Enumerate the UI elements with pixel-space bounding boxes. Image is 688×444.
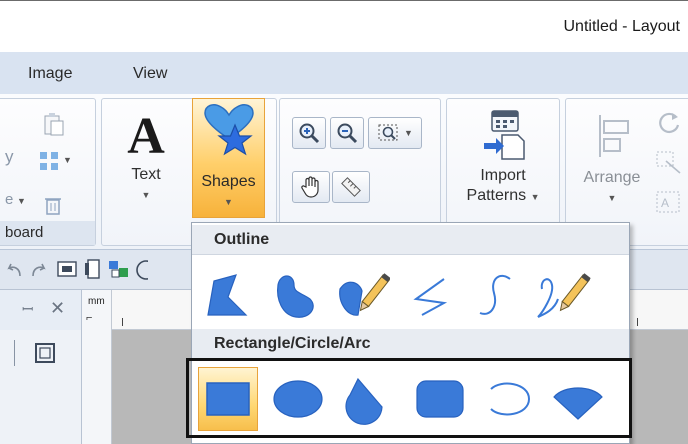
import-patterns-button[interactable]: Import Patterns ▼: [453, 105, 553, 221]
menu-bar: Image View: [0, 52, 688, 94]
page-view-icon[interactable]: [56, 259, 78, 284]
preview-icon[interactable]: [134, 259, 156, 286]
chevron-down-icon: ▼: [224, 197, 233, 207]
menu-image[interactable]: Image: [28, 65, 72, 83]
ruler-icon: [341, 177, 361, 197]
text-a-icon: A: [127, 108, 165, 165]
undo-icon[interactable]: [4, 260, 26, 285]
ruler-origin-icon[interactable]: ⌐: [86, 312, 92, 324]
frame-icon[interactable]: [32, 340, 58, 371]
arrange-button[interactable]: Arrange ▼: [572, 109, 652, 219]
pin-icon[interactable]: ꟷ: [22, 300, 33, 319]
window-title: Untitled - Layout: [563, 18, 680, 35]
pane-divider: [14, 340, 15, 366]
ruler-unit: mm: [88, 296, 105, 307]
outline-polygon-button[interactable]: [196, 265, 256, 325]
clipboard-partial-label-2: e: [5, 191, 14, 208]
bean-shape-icon: [277, 275, 314, 318]
shapes-button-label: Shapes: [201, 173, 256, 190]
polygon-shape-icon: [207, 274, 248, 316]
side-pane-header: ꟷ ✕: [0, 290, 82, 330]
chevron-down-icon: ▼: [404, 128, 413, 138]
zoom-in-button[interactable]: [292, 117, 326, 149]
chevron-down-icon: ▼: [141, 190, 151, 200]
import-patterns-icon: [484, 110, 525, 160]
ruler-tick: [122, 318, 123, 326]
import-label-2: Patterns: [466, 187, 527, 204]
menu-view[interactable]: View: [133, 65, 167, 83]
clipboard-partial-label-1: y: [5, 147, 14, 166]
resize-icon[interactable]: [654, 149, 684, 182]
clipboard-group-label: board: [0, 221, 95, 245]
hand-icon: [301, 176, 319, 198]
redo-icon[interactable]: [28, 260, 50, 285]
chevron-down-icon: ▼: [607, 193, 617, 203]
title-bar: Untitled - Layout: [0, 0, 688, 52]
freehand-line-icon: [537, 273, 591, 318]
paste-special-icon[interactable]: [41, 111, 67, 144]
measure-button[interactable]: [332, 171, 370, 203]
zoom-in-icon: [299, 123, 320, 144]
zoom-fit-icon: [378, 124, 398, 141]
shapes-button[interactable]: Shapes ▼: [192, 98, 265, 218]
outline-freehand-closed-button[interactable]: [332, 265, 392, 325]
outline-bean-button[interactable]: [264, 265, 324, 325]
svg-text:A: A: [661, 196, 669, 210]
zoom-out-icon: [337, 123, 358, 144]
outline-zigzag-button[interactable]: [400, 265, 460, 325]
text-button[interactable]: A Text ▼: [112, 109, 180, 219]
chevron-down-icon: ▼: [17, 196, 26, 206]
arrange-icon: [599, 115, 629, 157]
import-label-1: Import: [480, 167, 526, 184]
arrange-label: Arrange: [583, 169, 641, 186]
text-button-label: Text: [131, 166, 161, 183]
zoom-fit-dropdown[interactable]: ▼: [368, 117, 422, 149]
freehand-closed-icon: [339, 273, 390, 316]
svg-text:▼: ▼: [63, 155, 72, 165]
close-icon[interactable]: ✕: [50, 298, 65, 319]
delete-icon[interactable]: [41, 193, 65, 222]
outline-header: Outline: [192, 225, 629, 255]
zigzag-line-icon: [413, 278, 448, 316]
shapes-heart-star-icon: [203, 104, 254, 156]
clipboard-group: y e ▼ ▼ board: [0, 98, 96, 246]
vertical-ruler: ⌐: [82, 290, 112, 444]
layout-tool-icon[interactable]: [108, 259, 130, 284]
highlight-frame: [186, 358, 632, 438]
symbol-icon[interactable]: ▼: [37, 149, 73, 180]
chevron-down-icon: ▼: [530, 192, 540, 202]
outline-s-curve-button[interactable]: [466, 265, 526, 325]
ruler-tick: [637, 318, 638, 326]
rotate-icon[interactable]: [654, 109, 684, 142]
pan-button[interactable]: [292, 171, 330, 203]
side-pane: [0, 330, 82, 444]
s-curve-icon: [479, 274, 511, 315]
rect-circle-arc-header: Rectangle/Circle/Arc: [192, 329, 629, 359]
portrait-page-icon[interactable]: [82, 259, 104, 284]
outline-freehand-line-button[interactable]: [532, 265, 592, 325]
zoom-out-button[interactable]: [330, 117, 364, 149]
group-objects-icon[interactable]: A: [654, 189, 684, 222]
